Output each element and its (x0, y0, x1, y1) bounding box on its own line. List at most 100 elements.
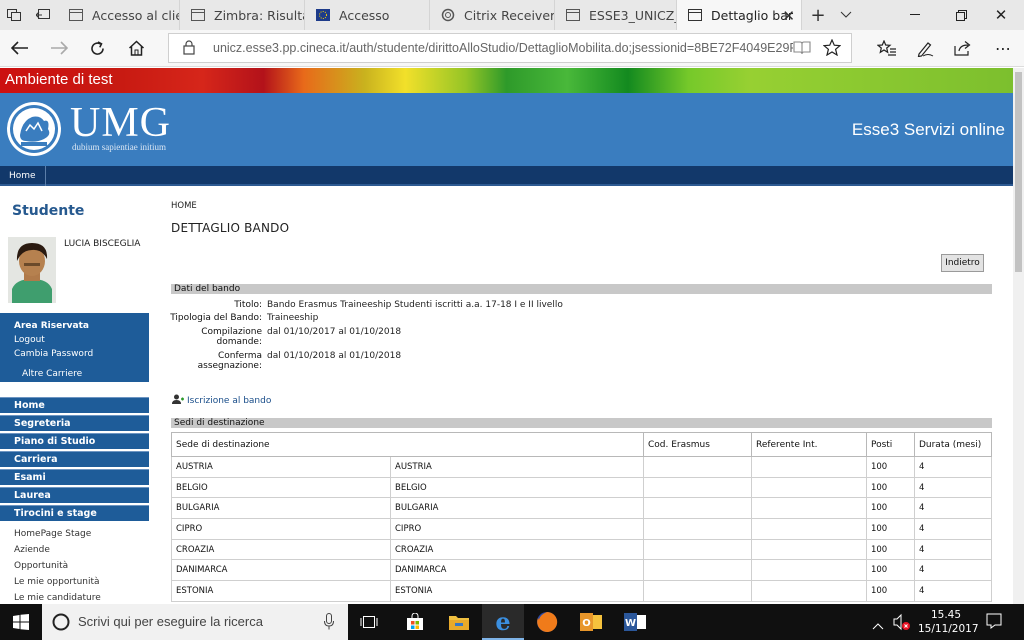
cell-cod-erasmus (642, 580, 752, 602)
tab-label: Zimbra: Risultati (214, 7, 304, 23)
cell-sede: AUSTRIA (171, 456, 391, 478)
breadcrumb[interactable]: HOME (171, 201, 197, 211)
column-header-sede[interactable]: Sede di destinazione (171, 432, 644, 457)
taskbar-search-box[interactable]: Scrivi qui per eseguire la ricerca (42, 604, 348, 640)
file-explorer-icon[interactable] (438, 604, 480, 640)
sidebar-item-segreteria[interactable]: Segreteria (0, 415, 149, 431)
volume-muted-icon[interactable] (893, 613, 911, 635)
cell-durata: 4 (913, 580, 993, 602)
cell-posti: 100 (865, 580, 915, 602)
sedi-section-header: Sedi di destinazione (171, 418, 992, 428)
cell-durata: 4 (913, 476, 993, 499)
page-icon (68, 8, 84, 22)
tab-accesso-client[interactable]: Accesso al client (58, 0, 180, 30)
firefox-icon[interactable] (526, 604, 568, 640)
cell-cod-erasmus (642, 518, 752, 540)
tab-zimbra[interactable]: Zimbra: Risultati (180, 0, 305, 30)
task-view-icon[interactable] (348, 604, 390, 640)
tab-citrix[interactable]: Citrix Receiver (430, 0, 555, 30)
field-value-tipologia: Traineeship (267, 313, 319, 323)
sidebar-item-esami[interactable]: Esami (0, 469, 149, 485)
outlook-icon[interactable]: O (570, 604, 612, 640)
page-icon (190, 8, 206, 22)
other-careers-link[interactable]: Altre Carriere (22, 369, 82, 379)
clock-date: 15/11/2017 (918, 623, 979, 635)
edge-browser-icon[interactable]: e (482, 604, 524, 640)
windows-start-icon[interactable] (0, 604, 42, 640)
tab-preview-icon[interactable] (0, 0, 28, 30)
sidebar-subitem-aziende[interactable]: Aziende (14, 545, 50, 555)
tab-dettaglio-bando[interactable]: Dettaglio bar ✕ (677, 0, 802, 30)
column-header-referente[interactable]: Referente Int. (750, 432, 867, 457)
cell-sede: ESTONIA (171, 580, 391, 602)
change-password-link[interactable]: Cambia Password (14, 349, 93, 359)
column-header-durata[interactable]: Durata (mesi) (913, 432, 993, 457)
close-tab-icon[interactable]: ✕ (782, 7, 795, 25)
new-tab-icon[interactable]: + (804, 0, 832, 30)
cell-sede: CIPRO (171, 518, 391, 540)
top-nav-home[interactable]: Home (0, 166, 46, 186)
sidebar-item-tirocini[interactable]: Tirocini e stage (0, 505, 149, 521)
avatar (8, 237, 56, 303)
tab-accesso[interactable]: Accesso (305, 0, 430, 30)
set-aside-tabs-icon[interactable] (29, 0, 57, 30)
tab-label: Citrix Receiver (464, 7, 555, 23)
back-button[interactable]: Indietro (941, 254, 984, 272)
cell-sede-detail: DANIMARCA (390, 559, 644, 582)
logo-text[interactable]: UMG (70, 99, 171, 147)
cell-posti: 100 (865, 518, 915, 540)
home-icon[interactable] (119, 34, 153, 62)
field-value-titolo: Bando Erasmus Traineeship Studenti iscri… (267, 300, 563, 310)
refresh-icon[interactable] (80, 34, 114, 62)
page-icon (565, 8, 581, 22)
logout-link[interactable]: Logout (14, 335, 45, 345)
top-navigation: Home (0, 166, 1013, 186)
chevron-down-icon[interactable] (832, 0, 860, 30)
minimize-icon[interactable] (892, 0, 938, 30)
chevron-up-icon[interactable] (872, 615, 884, 634)
web-note-icon[interactable] (908, 34, 942, 62)
back-arrow-icon[interactable] (3, 34, 37, 62)
university-seal-icon[interactable] (6, 101, 62, 161)
vertical-scrollbar[interactable] (1013, 68, 1024, 604)
field-label-compilazione: Compilazione domande: (201, 327, 262, 347)
cell-referente (750, 518, 867, 540)
tab-esse3-test[interactable]: ESSE3_UNICZ_TES (555, 0, 677, 30)
field-value-compilazione: dal 01/10/2017 al 01/10/2018 (267, 327, 402, 337)
reading-view-icon[interactable] (793, 40, 811, 59)
scrollbar-thumb[interactable] (1015, 72, 1022, 272)
taskbar-clock[interactable]: 15.45 15/11/2017 (918, 608, 979, 636)
logo-motto: dubium sapientiae initium (72, 142, 166, 152)
sidebar-item-laurea[interactable]: Laurea (0, 487, 149, 503)
field-value-conferma: dal 01/10/2018 al 01/10/2018 (267, 351, 402, 361)
share-icon[interactable] (946, 34, 980, 62)
url-bar[interactable]: unicz.esse3.pp.cineca.it/auth/studente/d… (168, 33, 852, 63)
sidebar-subitem-homepage-stage[interactable]: HomePage Stage (14, 529, 91, 539)
microphone-icon[interactable] (324, 613, 334, 634)
table-row: AUSTRIA AUSTRIA 100 4 (171, 456, 993, 478)
sidebar-subitem-mie-candidature[interactable]: Le mie candidature (14, 593, 101, 603)
iscrizione-link[interactable]: Iscrizione al bando (172, 394, 271, 408)
cell-durata: 4 (913, 497, 993, 520)
windows-taskbar: Scrivi qui per eseguire la ricerca e O W… (0, 604, 1024, 640)
favorites-hub-icon[interactable] (870, 34, 904, 62)
sidebar-subitem-mie-opportunita[interactable]: Le mie opportunità (14, 577, 100, 587)
word-icon[interactable]: W (614, 604, 656, 640)
table-row: ESTONIA ESTONIA 100 4 (171, 580, 993, 602)
sidebar-subitem-opportunita[interactable]: Opportunità (14, 561, 68, 571)
action-center-icon[interactable] (986, 613, 1002, 633)
store-icon[interactable] (394, 604, 436, 640)
svg-text:W: W (625, 618, 636, 629)
sidebar-item-home[interactable]: Home (0, 397, 149, 413)
column-header-posti[interactable]: Posti (865, 432, 915, 457)
favorite-star-icon[interactable] (822, 38, 842, 60)
sidebar-item-carriera[interactable]: Carriera (0, 451, 149, 467)
tab-label: ESSE3_UNICZ_TES (589, 7, 676, 23)
close-window-icon[interactable]: ✕ (978, 0, 1024, 30)
forward-arrow-icon[interactable] (42, 34, 76, 62)
cell-cod-erasmus (642, 476, 752, 499)
more-options-icon[interactable]: ⋯ (986, 34, 1020, 62)
cell-cod-erasmus (642, 497, 752, 520)
column-header-cod-erasmus[interactable]: Cod. Erasmus (642, 432, 752, 457)
sidebar-item-piano-studio[interactable]: Piano di Studio (0, 433, 149, 449)
